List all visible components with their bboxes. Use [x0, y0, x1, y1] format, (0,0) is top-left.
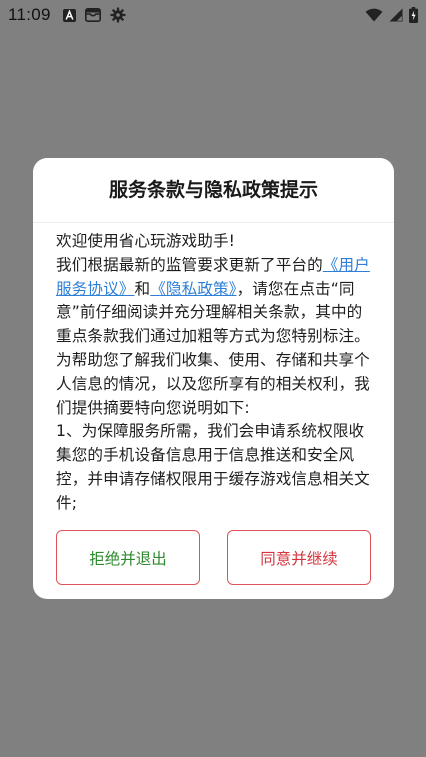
- settings-gear-icon: [110, 7, 126, 23]
- dialog-body: 欢迎使用省心玩游戏助手! 我们根据最新的监管要求更新了平台的《用户服务协议》和《…: [33, 223, 394, 516]
- agree-continue-button[interactable]: 同意并继续: [227, 530, 371, 585]
- status-time: 11:09: [8, 5, 51, 24]
- privacy-policy-dialog: 服务条款与隐私政策提示 欢迎使用省心玩游戏助手! 我们根据最新的监管要求更新了平…: [33, 158, 394, 599]
- text-a-icon: [62, 8, 76, 22]
- notification-icons: [62, 7, 126, 23]
- cellular-signal-icon: [389, 8, 403, 22]
- policy-paragraph: 我们根据最新的监管要求更新了平台的《用户服务协议》和《隐私政策》，请您在点击“同…: [56, 254, 373, 421]
- battery-icon: [409, 7, 418, 23]
- inbox-icon: [84, 8, 101, 22]
- reject-exit-button[interactable]: 拒绝并退出: [56, 530, 200, 585]
- status-bar: 11:09: [0, 0, 426, 30]
- dialog-actions: 拒绝并退出 同意并继续: [56, 530, 371, 585]
- system-icons: [365, 7, 418, 23]
- policy-text-and: 和: [134, 279, 151, 298]
- wifi-icon: [365, 8, 383, 22]
- policy-text-post: ，请您在点击“同意”前仔细阅读并充分理解相关条款，其中的重点条款我们通过加粗等方…: [56, 279, 370, 417]
- privacy-policy-link[interactable]: 《隐私政策》: [150, 280, 236, 298]
- welcome-text: 欢迎使用省心玩游戏助手!: [56, 232, 235, 250]
- permission-paragraph: 1、为保障服务所需，我们会申请系统权限收集您的手机设备信息用于信息推送和安全风控…: [56, 422, 370, 512]
- policy-text-pre: 我们根据最新的监管要求更新了平台的: [56, 255, 323, 274]
- dialog-title: 服务条款与隐私政策提示: [33, 158, 394, 223]
